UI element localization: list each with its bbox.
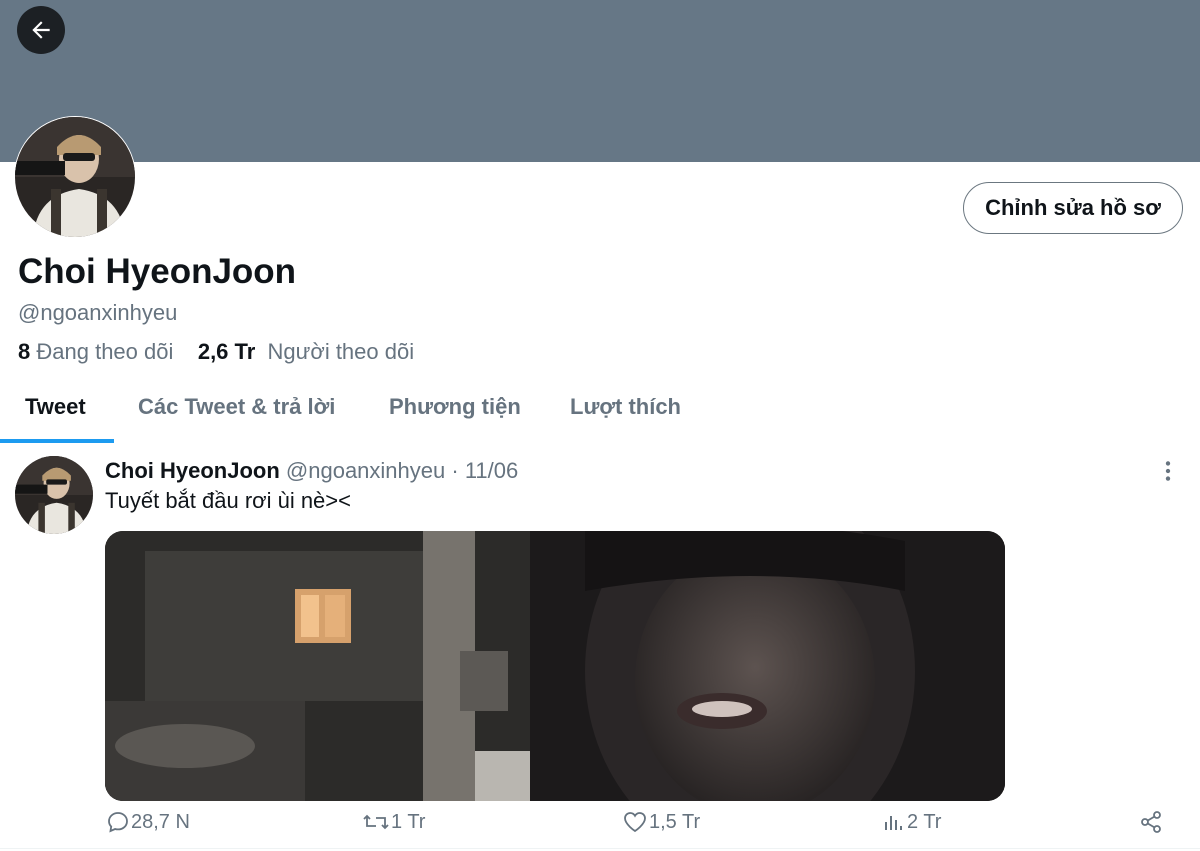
profile-avatar[interactable] — [14, 116, 136, 238]
tab-likes[interactable]: Lượt thích — [570, 394, 681, 420]
followers-count: 2,6 Tr — [197, 339, 256, 364]
retweet-icon — [363, 814, 389, 830]
profile-handle: @ngoanxinhyeu — [18, 300, 178, 325]
tweet-more-button[interactable] — [1155, 458, 1181, 484]
divider — [0, 848, 1200, 849]
profile-banner — [0, 0, 1200, 162]
followers-link[interactable]: 2,6 Tr Người theo dõi — [198, 339, 414, 364]
tab-media[interactable]: Phương tiện — [389, 394, 521, 420]
tweet-date[interactable]: 11/06 — [465, 458, 518, 483]
share-icon — [1141, 811, 1161, 833]
views-button[interactable]: 2 Tr — [882, 810, 941, 834]
back-button[interactable] — [17, 6, 65, 54]
following-label: Đang theo dõi — [36, 339, 174, 364]
like-count: 1,5 Tr — [649, 810, 701, 833]
tweet-actions: 28,7 N 1 Tr 1,5 Tr 2 Tr — [0, 810, 1200, 844]
edit-profile-button[interactable]: Chỉnh sửa hồ sơ — [963, 182, 1183, 234]
profile-display-name: Choi HyeonJoon — [18, 252, 297, 291]
retweet-count: 1 Tr — [391, 810, 426, 833]
profile-stats: 8 Đang theo dõi 2,6 Tr Người theo dõi — [18, 339, 414, 365]
tweet-media[interactable] — [105, 531, 1005, 801]
reply-button[interactable]: 28,7 N — [106, 810, 190, 834]
reply-count: 28,7 N — [131, 810, 190, 833]
tab-tweets[interactable]: Tweet — [25, 394, 86, 420]
more-vertical-icon — [1165, 461, 1171, 481]
tweet-meta-separator: · — [451, 458, 459, 483]
followers-label: Người theo dõi — [267, 339, 415, 364]
heart-icon — [624, 812, 646, 833]
avatar-image — [15, 117, 135, 237]
media-image — [105, 531, 1005, 801]
active-tab-indicator — [0, 439, 114, 443]
arrow-left-icon — [32, 21, 50, 39]
profile-tabs: Tweet Các Tweet & trả lời Phương tiện Lư… — [0, 380, 1200, 443]
following-count: 8 — [18, 339, 31, 364]
tweet-header: Choi HyeonJoon @ngoanxinhyeu · 11/06 — [105, 458, 518, 484]
share-button[interactable] — [1139, 810, 1164, 834]
following-link[interactable]: 8 Đang theo dõi — [18, 339, 173, 364]
reply-icon — [108, 812, 128, 833]
tweet-text: Tuyết bắt đầu rơi ùi nè>< — [105, 488, 351, 513]
bar-chart-icon — [885, 816, 902, 830]
retweet-button[interactable]: 1 Tr — [362, 810, 425, 834]
tweet-author-name[interactable]: Choi HyeonJoon — [105, 458, 280, 483]
view-count: 2 Tr — [907, 810, 942, 833]
tab-tweets-and-replies[interactable]: Các Tweet & trả lời — [138, 394, 335, 420]
like-button[interactable]: 1,5 Tr — [622, 810, 700, 834]
tweet-author-handle[interactable]: @ngoanxinhyeu — [286, 458, 445, 483]
tweet-author-avatar[interactable] — [15, 456, 93, 534]
